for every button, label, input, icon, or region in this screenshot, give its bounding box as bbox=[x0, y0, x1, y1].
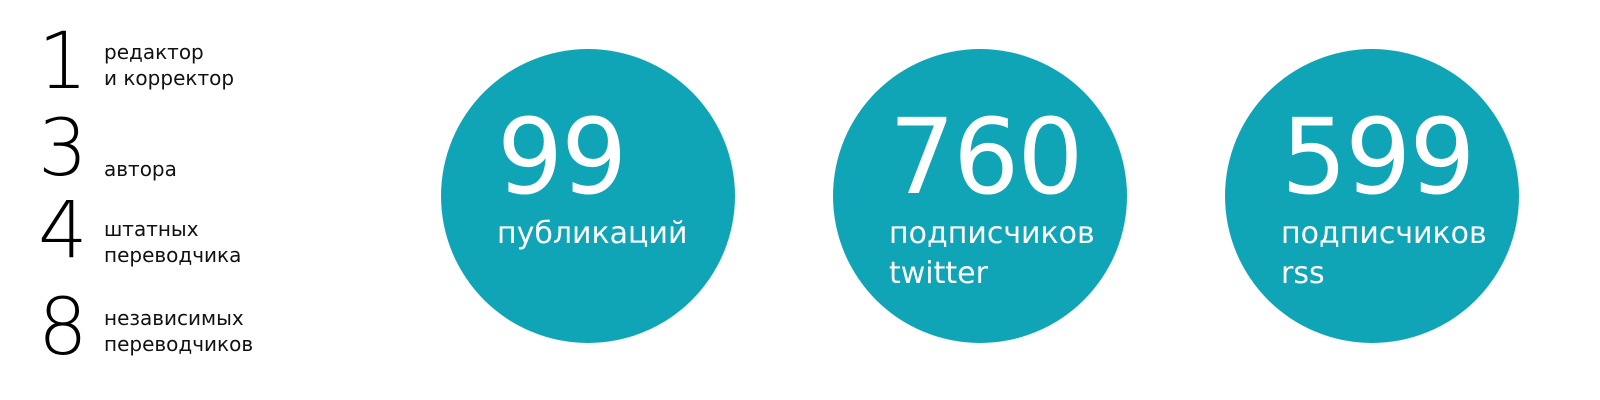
stat-number: 599 bbox=[1281, 96, 1476, 218]
stat-caption: публикаций bbox=[497, 214, 687, 254]
team-label-line-2: переводчика bbox=[104, 243, 242, 267]
team-count: 1 bbox=[38, 17, 88, 107]
team-label: автора bbox=[104, 156, 177, 182]
team-item-staff-translators: 4 штатных переводчика bbox=[0, 186, 300, 276]
team-label: штатных переводчика bbox=[104, 216, 241, 268]
team-label-line-1: редактор bbox=[104, 40, 204, 64]
stat-circle-publications: 99 публикаций bbox=[441, 49, 735, 343]
team-count: 3 bbox=[38, 104, 88, 194]
stat-caption: подписчиков rss bbox=[1281, 214, 1487, 294]
team-item-freelance-translators: 8 независимых переводчиков bbox=[0, 283, 300, 373]
team-count: 4 bbox=[38, 186, 88, 276]
stat-number: 760 bbox=[889, 96, 1084, 218]
stat-caption-line-2: rss bbox=[1281, 256, 1325, 291]
team-count: 8 bbox=[38, 283, 88, 373]
stat-circle-twitter: 760 подписчиков twitter bbox=[833, 49, 1127, 343]
stat-circle-rss: 599 подписчиков rss bbox=[1225, 49, 1519, 343]
stat-number: 99 bbox=[497, 96, 627, 218]
stat-caption: подписчиков twitter bbox=[889, 214, 1095, 294]
team-label-line-1: автора bbox=[104, 157, 177, 181]
team-label-line-1: штатных bbox=[104, 217, 199, 241]
team-label: редактор и корректор bbox=[104, 39, 234, 91]
team-label-line-2: и корректор bbox=[104, 66, 235, 90]
stat-caption-line-2: twitter bbox=[889, 256, 988, 291]
team-item-authors: 3 автора bbox=[0, 104, 300, 194]
team-list: 1 редактор и корректор 3 автора 4 штатны… bbox=[0, 0, 300, 400]
team-item-editor: 1 редактор и корректор bbox=[0, 17, 300, 107]
team-label-line-2: переводчиков bbox=[104, 332, 254, 356]
stat-caption-line-1: публикаций bbox=[497, 216, 688, 251]
team-label-line-1: независимых bbox=[104, 306, 244, 330]
stat-caption-line-1: подписчиков bbox=[1281, 216, 1487, 251]
team-label: независимых переводчиков bbox=[104, 305, 253, 357]
stat-caption-line-1: подписчиков bbox=[889, 216, 1095, 251]
